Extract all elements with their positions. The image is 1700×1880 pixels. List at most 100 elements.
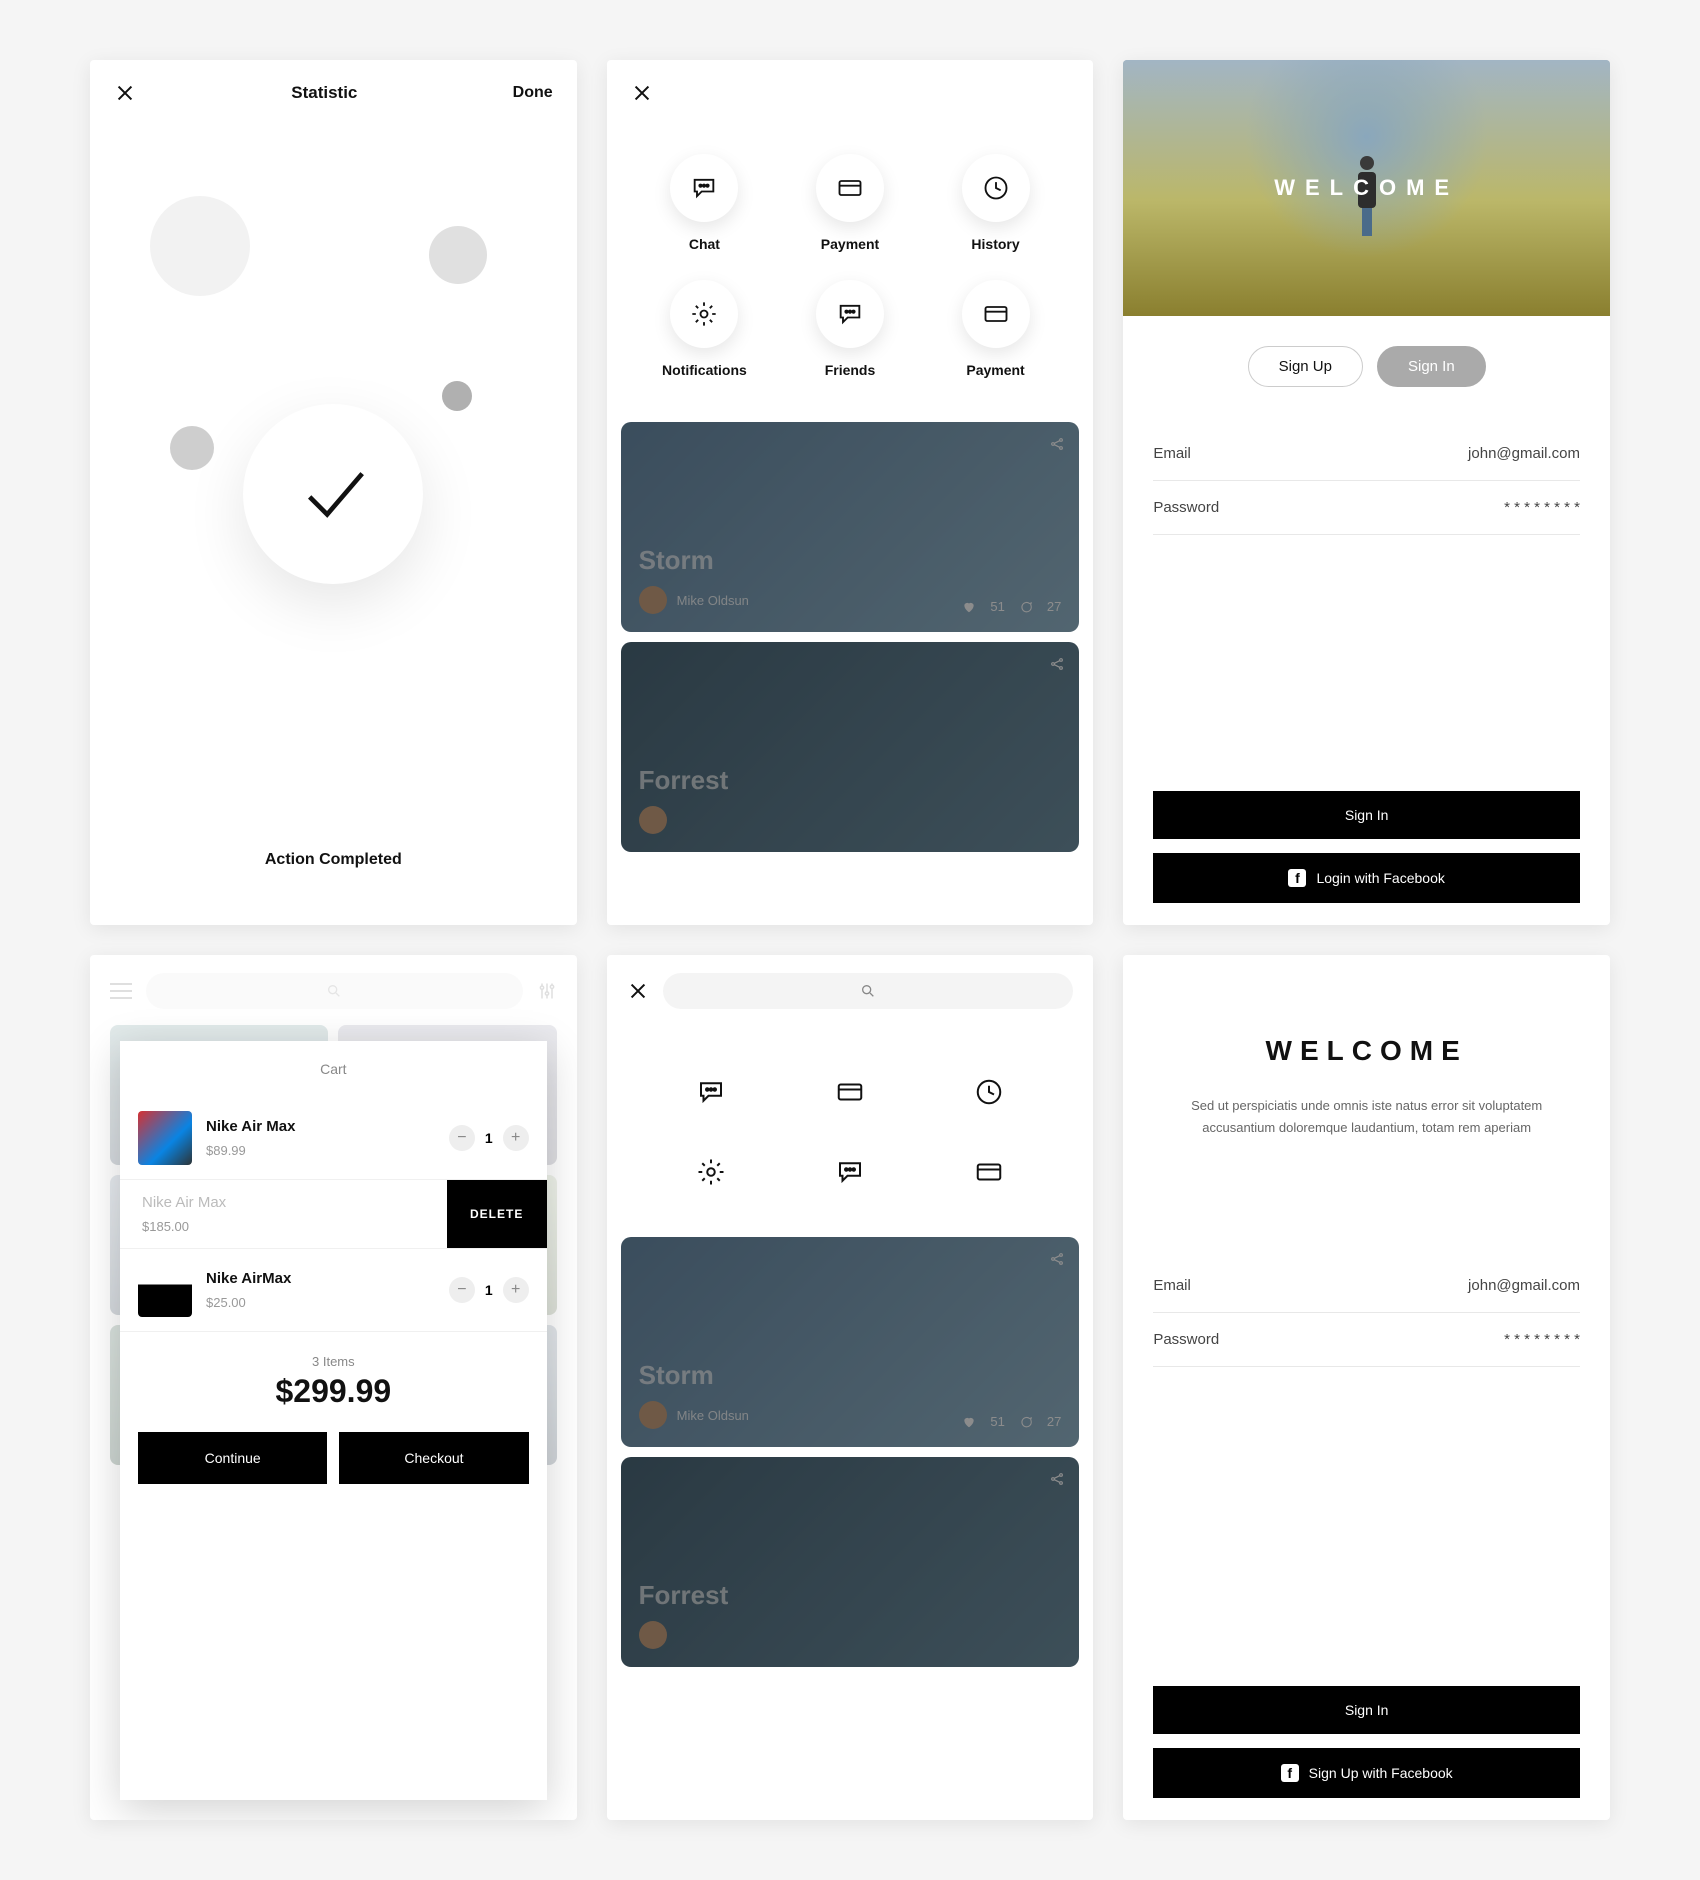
clock-icon[interactable] xyxy=(974,1077,1004,1107)
cart-title: Cart xyxy=(120,1041,547,1097)
qty-minus[interactable]: − xyxy=(449,1277,475,1303)
avatar xyxy=(639,586,667,614)
menu-label: Payment xyxy=(966,362,1024,378)
likes-count: 51 xyxy=(990,599,1004,614)
welcome-title: WELCOME xyxy=(1274,175,1459,201)
field-label: Password xyxy=(1153,1331,1219,1348)
likes: 51 xyxy=(990,1414,1004,1429)
welcome-title: WELCOME xyxy=(1153,1035,1580,1067)
share-icon xyxy=(1049,656,1065,672)
signin-tab[interactable]: Sign In xyxy=(1377,346,1486,387)
email-field[interactable]: Emailjohn@gmail.com xyxy=(1153,427,1580,481)
search-icon xyxy=(860,983,876,999)
comment-icon xyxy=(1019,600,1033,614)
top-bar xyxy=(90,955,577,1027)
signin-button[interactable]: Sign In xyxy=(1153,1686,1580,1734)
gear-icon[interactable] xyxy=(696,1157,726,1187)
item-count: 3 Items xyxy=(142,1354,525,1369)
product-name: Nike AirMax xyxy=(206,1270,435,1287)
card-author: Mike Oldsun xyxy=(677,1408,749,1423)
qty-plus[interactable]: + xyxy=(503,1125,529,1151)
signin-button[interactable]: Sign In xyxy=(1153,791,1580,839)
checkmark-icon xyxy=(298,459,368,529)
delete-button[interactable]: DELETE xyxy=(447,1180,547,1248)
header xyxy=(607,60,1094,104)
filter-icon[interactable] xyxy=(537,981,557,1001)
close-icon[interactable] xyxy=(114,82,136,104)
page-title: Statistic xyxy=(291,83,357,103)
button-label: Sign Up with Facebook xyxy=(1309,1765,1453,1781)
field-label: Email xyxy=(1153,1277,1191,1294)
hero-image: WELCOME xyxy=(1123,60,1610,316)
qty-value: 1 xyxy=(485,1282,493,1298)
success-message: Action Completed xyxy=(90,851,577,869)
heart-icon xyxy=(962,1415,976,1429)
menu-label: Payment xyxy=(821,236,879,252)
menu-label: Chat xyxy=(689,236,720,252)
password-field[interactable]: Password* * * * * * * * xyxy=(1153,481,1580,535)
menu-label: History xyxy=(971,236,1019,252)
qty-minus[interactable]: − xyxy=(449,1125,475,1151)
facebook-button[interactable]: f Sign Up with Facebook xyxy=(1153,1748,1580,1798)
menu-icon[interactable] xyxy=(110,983,132,999)
share-icon xyxy=(1049,1471,1065,1487)
chat-icon xyxy=(836,300,864,328)
success-body xyxy=(90,126,577,861)
field-value: john@gmail.com xyxy=(1468,445,1580,462)
button-label: Login with Facebook xyxy=(1316,870,1444,886)
screen-statistic: Statistic Done Action Completed xyxy=(90,60,577,925)
cart-item: Nike Air Max$185.00 DELETE xyxy=(120,1180,547,1249)
checkout-button[interactable]: Checkout xyxy=(339,1432,528,1484)
cart-modal: Cart Nike Air Max$89.99 −1+ Nike Air Max… xyxy=(120,1041,547,1800)
button-group: Sign In f Sign Up with Facebook xyxy=(1153,1686,1580,1798)
form-fields: Emailjohn@gmail.com Password* * * * * * … xyxy=(1123,1249,1610,1377)
product-name: Nike Air Max xyxy=(206,1118,435,1135)
menu-item-history[interactable]: History xyxy=(928,154,1064,252)
header: Statistic Done xyxy=(90,60,577,126)
signup-tab[interactable]: Sign Up xyxy=(1248,346,1363,387)
facebook-icon: f xyxy=(1281,1764,1299,1782)
menu-item-friends[interactable]: Friends xyxy=(782,280,918,378)
menu-item-payment[interactable]: Payment xyxy=(782,154,918,252)
decor-circle xyxy=(170,426,214,470)
card-icon[interactable] xyxy=(974,1157,1004,1187)
gear-icon xyxy=(690,300,718,328)
done-button[interactable]: Done xyxy=(513,84,553,102)
password-field[interactable]: Password* * * * * * * * xyxy=(1153,1313,1580,1367)
close-icon[interactable] xyxy=(627,980,649,1002)
menu-item-chat[interactable]: Chat xyxy=(637,154,773,252)
chat-icon xyxy=(690,174,718,202)
cart-total: $299.99 xyxy=(142,1373,525,1410)
feed-card: Forrest xyxy=(621,1457,1080,1667)
continue-button[interactable]: Continue xyxy=(138,1432,327,1484)
screen-menu-overlay: Chat Payment History Notifications Frien… xyxy=(607,60,1094,925)
menu-item-notifications[interactable]: Notifications xyxy=(637,280,773,378)
qty-plus[interactable]: + xyxy=(503,1277,529,1303)
screen-icon-menu: Storm Mike Oldsun 5127 Forrest xyxy=(607,955,1094,1820)
facebook-button[interactable]: fLogin with Facebook xyxy=(1153,853,1580,903)
chat-icon[interactable] xyxy=(835,1157,865,1187)
product-price: $89.99 xyxy=(206,1143,435,1158)
product-image xyxy=(138,1111,192,1165)
search-input[interactable] xyxy=(146,973,523,1009)
email-field[interactable]: Emailjohn@gmail.com xyxy=(1153,1259,1580,1313)
menu-label: Notifications xyxy=(662,362,747,378)
screen-cart-modal: F Forrest Sea Cart Nike Air Max$89.99 −1… xyxy=(90,955,577,1820)
feed-card: Storm Mike Oldsun 51 27 xyxy=(621,422,1080,632)
share-icon xyxy=(1049,436,1065,452)
search-input[interactable] xyxy=(663,973,1074,1009)
card-title: Forrest xyxy=(639,1580,1062,1611)
decor-circle xyxy=(429,226,487,284)
field-label: Password xyxy=(1153,499,1219,516)
form-fields: Emailjohn@gmail.com Password* * * * * * … xyxy=(1123,417,1610,545)
feed-card: Storm Mike Oldsun 5127 xyxy=(621,1237,1080,1447)
card-icon[interactable] xyxy=(835,1077,865,1107)
close-icon[interactable] xyxy=(631,82,653,104)
auth-tabs: Sign Up Sign In xyxy=(1123,316,1610,417)
icon-grid xyxy=(607,1027,1094,1227)
cart-item: Nike Air Max$89.99 −1+ xyxy=(120,1097,547,1180)
product-image xyxy=(138,1263,192,1317)
heart-icon xyxy=(962,600,976,614)
chat-icon[interactable] xyxy=(696,1077,726,1107)
menu-item-payment-2[interactable]: Payment xyxy=(928,280,1064,378)
